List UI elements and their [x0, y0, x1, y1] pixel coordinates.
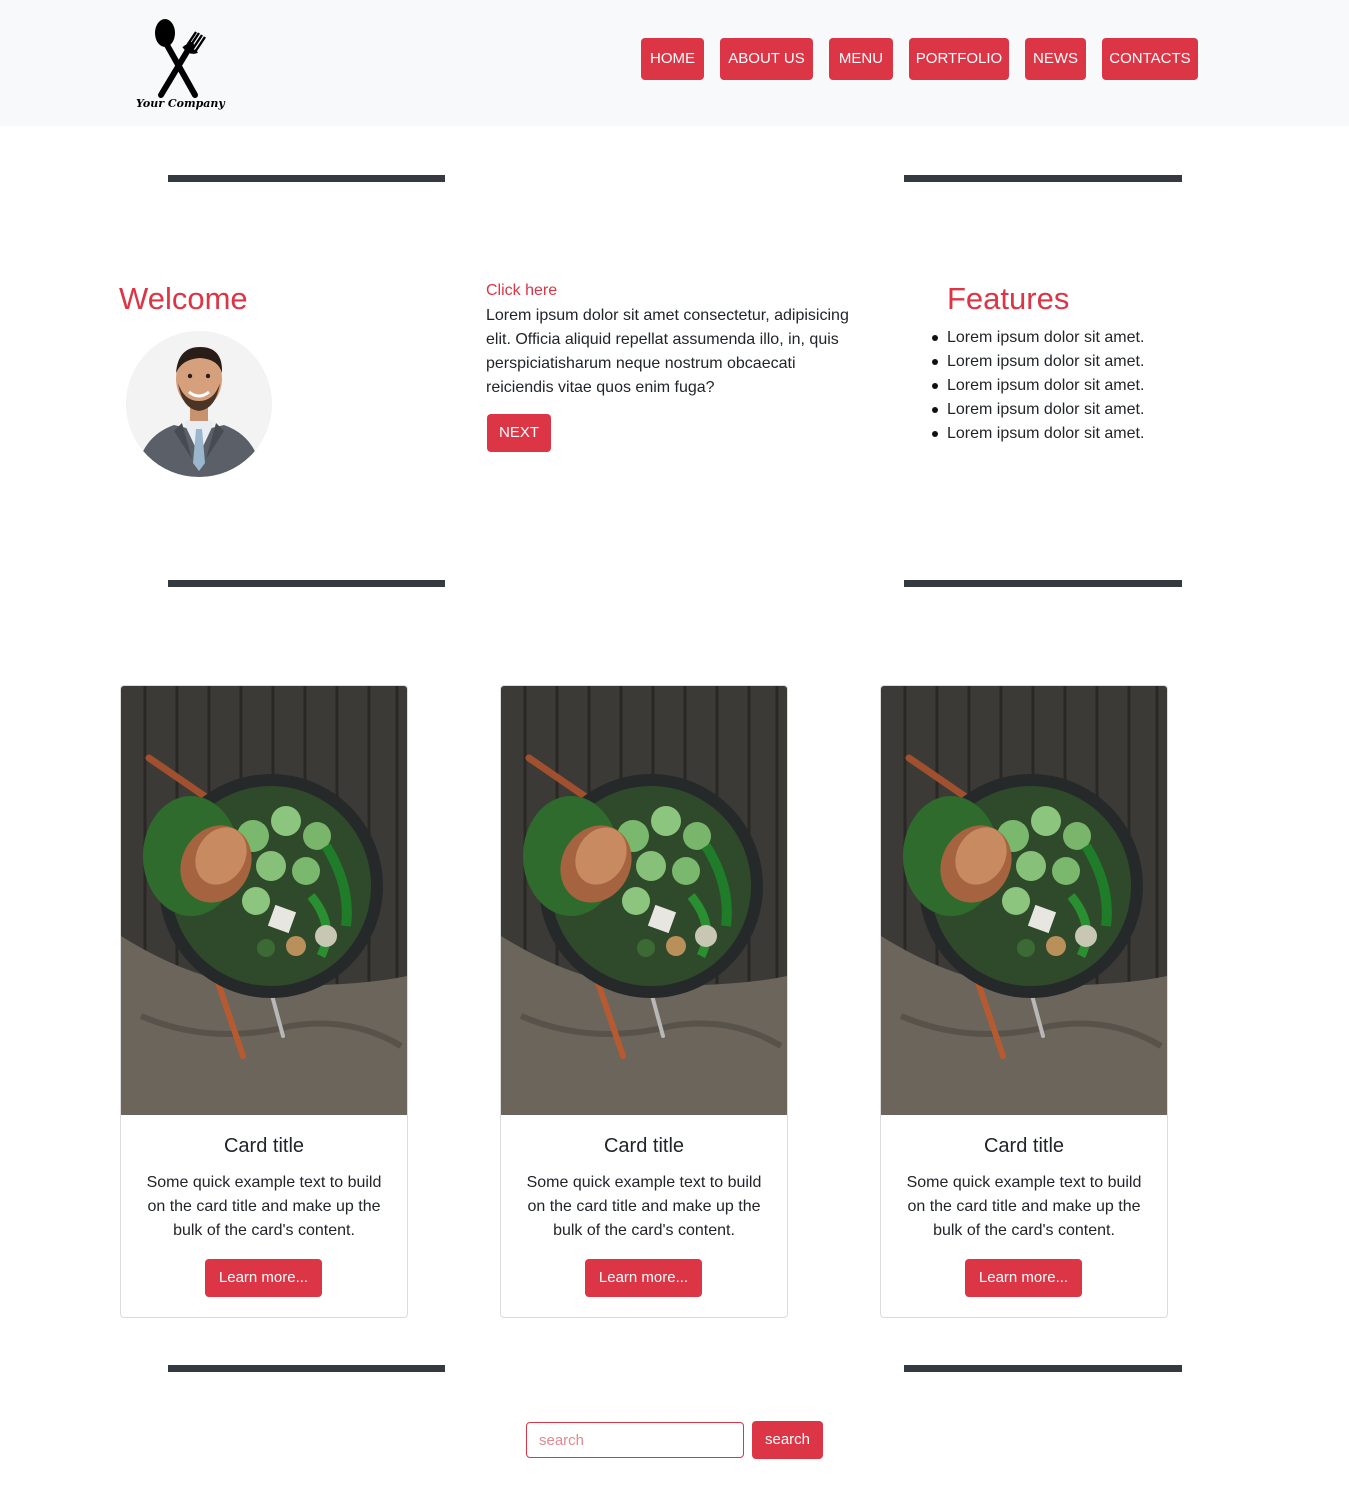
divider-line	[168, 580, 445, 587]
click-here-link[interactable]: Click here	[486, 282, 557, 300]
divider-line	[904, 580, 1182, 587]
welcome-heading: Welcome	[119, 281, 248, 316]
salad-bowl-image	[881, 686, 1167, 1115]
list-item: Lorem ipsum dolor sit amet.	[927, 398, 1144, 422]
nav-menu-button[interactable]: MENU	[829, 38, 893, 80]
salad-bowl-image	[121, 686, 407, 1115]
logo-text: Your Company	[136, 97, 225, 110]
nav-news-button[interactable]: NEWS	[1025, 38, 1086, 80]
learn-more-button[interactable]: Learn more...	[585, 1259, 702, 1297]
list-item: Lorem ipsum dolor sit amet.	[927, 326, 1144, 350]
intro-paragraph: Lorem ipsum dolor sit amet consectetur, …	[486, 307, 849, 396]
divider-line	[168, 1365, 445, 1372]
card: Card title Some quick example text to bu…	[880, 685, 1168, 1318]
list-item: Lorem ipsum dolor sit amet.	[927, 374, 1144, 398]
divider-line	[168, 175, 445, 182]
site-header: Your Company HOME ABOUT US MENU PORTFOLI…	[0, 0, 1349, 126]
nav-about-us-button[interactable]: ABOUT US	[720, 38, 813, 80]
card-text: Some quick example text to build on the …	[146, 1174, 382, 1239]
search-button[interactable]: search	[752, 1421, 823, 1459]
nav-contacts-button[interactable]: CONTACTS	[1102, 38, 1198, 80]
learn-more-button[interactable]: Learn more...	[965, 1259, 1082, 1297]
nav-portfolio-button[interactable]: PORTFOLIO	[909, 38, 1009, 80]
divider-line	[904, 175, 1182, 182]
salad-bowl-image	[501, 686, 787, 1115]
card: Card title Some quick example text to bu…	[500, 685, 788, 1318]
card-text: Some quick example text to build on the …	[526, 1174, 762, 1239]
list-item: Lorem ipsum dolor sit amet.	[927, 350, 1144, 374]
card-title: Card title	[603, 1135, 685, 1157]
nav-home-button[interactable]: HOME	[641, 38, 704, 80]
features-heading: Features	[947, 281, 1070, 316]
divider-line	[904, 1365, 1182, 1372]
features-list: Lorem ipsum dolor sit amet. Lorem ipsum …	[927, 326, 1144, 446]
avatar	[126, 331, 272, 477]
learn-more-button[interactable]: Learn more...	[205, 1259, 322, 1297]
card-text: Some quick example text to build on the …	[906, 1174, 1142, 1239]
card-title: Card title	[983, 1135, 1065, 1157]
card-title: Card title	[223, 1135, 305, 1157]
search-input[interactable]	[526, 1422, 744, 1458]
list-item: Lorem ipsum dolor sit amet.	[927, 422, 1144, 446]
card: Card title Some quick example text to bu…	[120, 685, 408, 1318]
next-button[interactable]: NEXT	[487, 414, 551, 452]
